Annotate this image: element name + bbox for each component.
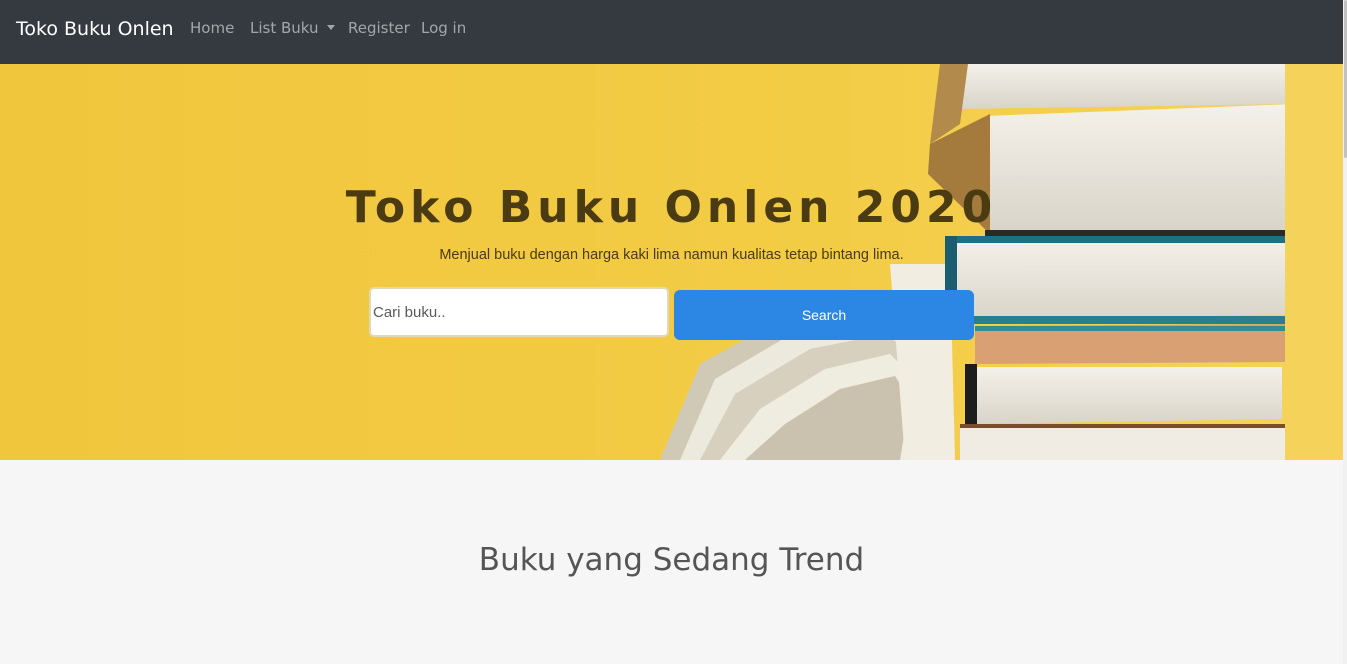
hero-title: Toko Buku Onlen 2020 — [345, 182, 998, 233]
search-button[interactable]: Search — [674, 290, 974, 340]
nav-item-list-buku[interactable]: List Buku — [250, 17, 335, 39]
hero-banner: Toko Buku Onlen 2020 Menjual buku dengan… — [0, 64, 1343, 460]
nav-item-log-in[interactable]: Log in — [421, 17, 466, 39]
nav-item-list-buku-label: List Buku — [250, 19, 319, 37]
search-input[interactable] — [369, 287, 669, 337]
section-title-trending: Buku yang Sedang Trend — [478, 542, 865, 578]
caret-down-icon — [326, 25, 335, 30]
nav-item-register[interactable]: Register — [348, 17, 410, 39]
navbar: Toko Buku Onlen Home List Buku Register … — [0, 0, 1343, 64]
nav-item-home[interactable]: Home — [190, 17, 234, 39]
brand-link[interactable]: Toko Buku Onlen — [16, 16, 174, 42]
page: Toko Buku Onlen Home List Buku Register … — [0, 0, 1343, 664]
hero-subtitle: Menjual buku dengan harga kaki lima namu… — [439, 247, 904, 263]
